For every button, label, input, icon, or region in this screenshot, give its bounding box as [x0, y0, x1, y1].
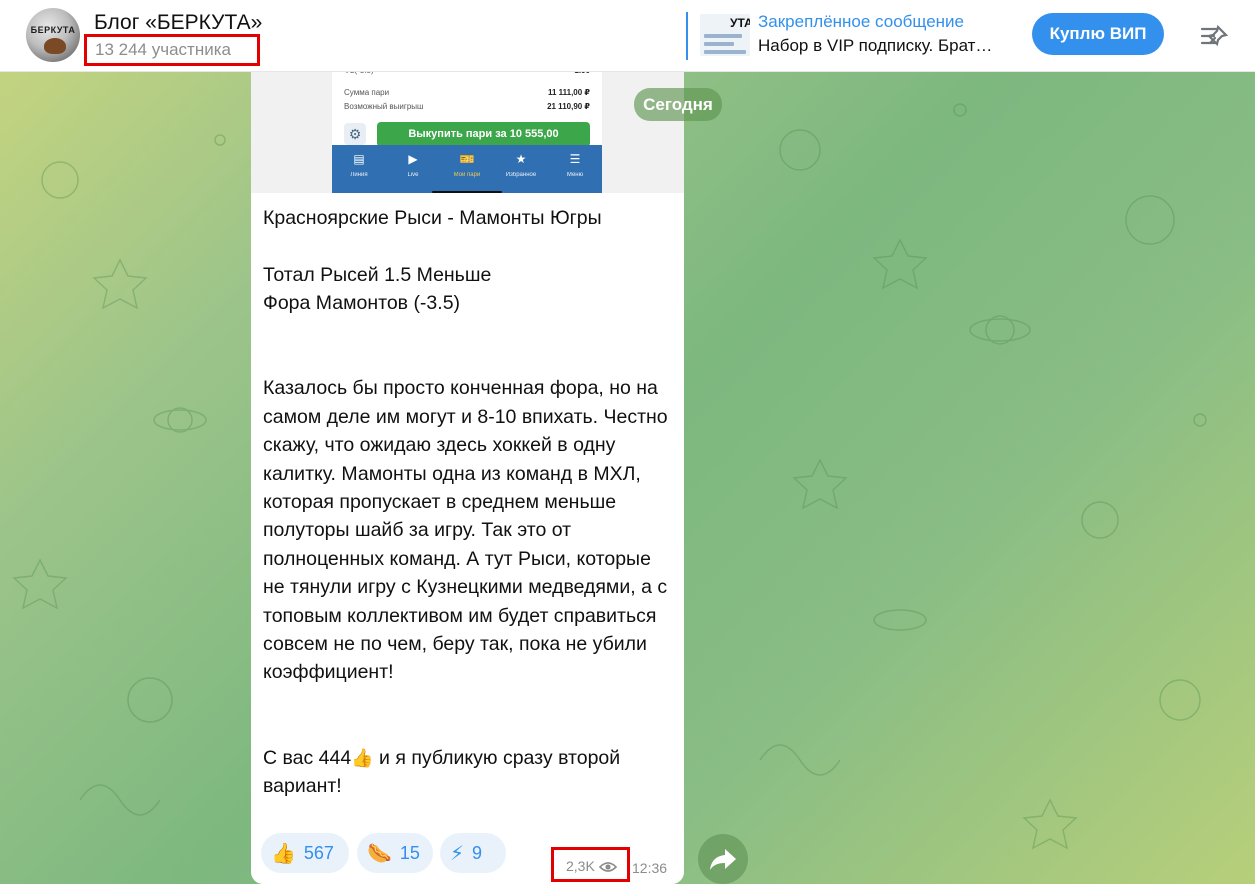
channel-avatar[interactable]: БЕРКУТА	[26, 8, 80, 62]
nav-menu: ☰ Меню	[548, 145, 602, 193]
thumbs-up-icon: 👍	[351, 747, 374, 768]
reaction-lightning[interactable]: ⚡ 9	[440, 833, 506, 873]
hotdog-icon: 🌭	[367, 843, 392, 866]
reaction-count: 567	[303, 843, 334, 863]
cashout-button: Выкупить пари за 10 555,00	[377, 122, 590, 147]
nav-label: Меню	[566, 172, 584, 178]
nav-label: Мои пари	[453, 172, 481, 178]
date-separator: Сегодня	[634, 88, 722, 121]
view-count: 2,3K	[551, 847, 630, 882]
reaction-hotdog[interactable]: 🌭 15	[357, 833, 433, 873]
match-title: Красноярские Рыси - Мамонты Югры	[263, 207, 602, 229]
menu-icon: ☰	[569, 152, 581, 166]
nav-label: Live	[407, 172, 419, 178]
nav-label: Избранное	[505, 172, 537, 178]
cta-text-start: С вас 444	[263, 746, 352, 769]
eagle-icon	[44, 38, 66, 54]
nav-label: Линия	[350, 172, 368, 178]
reaction-count: 15	[399, 843, 420, 863]
message-time: 12:36	[632, 860, 668, 876]
thumbnail-line	[704, 50, 746, 54]
analysis-paragraph: Казалось бы просто конченная фора, но на…	[263, 377, 668, 684]
reaction-thumbs-up[interactable]: 👍 567	[261, 833, 349, 873]
eye-icon	[598, 862, 617, 872]
line-icon: ▤	[353, 152, 365, 166]
reaction-count: 9	[472, 843, 483, 863]
nav-favorites: ★ Избранное	[494, 145, 548, 193]
view-count-value: 2,3K	[566, 858, 595, 874]
nav-live: ▶ Live	[386, 145, 440, 193]
chat-header: БЕРКУТА Блог «БЕРКУТА» 13 244 участника …	[0, 0, 1255, 72]
pinned-message-text[interactable]: Набор в VIP подписку. Брат…	[758, 36, 1020, 56]
avatar-label: БЕРКУТА	[30, 25, 76, 35]
forward-button[interactable]	[698, 834, 748, 884]
bet-sum-label: Сумма пари	[344, 88, 390, 97]
gear-icon: ⚙	[344, 123, 366, 145]
bet-win-label: Возможный выигрыш	[344, 102, 424, 111]
bet-win-value: 21 110,90 ₽	[547, 102, 590, 111]
bet-line-2: Фора Мамонтов (-3.5)	[263, 292, 461, 315]
message-text: Красноярские Рыси - Мамонты Югры Тотал Р…	[263, 204, 675, 800]
pinned-thumbnail[interactable]: УТА	[700, 14, 750, 56]
bet-sum-value: 11 111,00 ₽	[547, 88, 590, 97]
nav-my-bets: 🎫 Мои пари	[440, 145, 494, 193]
app-bottom-nav: ▤ Линия ▶ Live 🎫 Мои пари ★ Избранное ☰	[332, 145, 602, 193]
thumbnail-line	[704, 34, 742, 38]
buy-vip-button[interactable]: Куплю ВИП	[1032, 13, 1164, 55]
star-icon: ★	[515, 152, 527, 166]
home-indicator	[432, 191, 502, 193]
call-to-action: С вас 444👍 и я публикую сразу второй вар…	[263, 744, 675, 801]
channel-title[interactable]: Блог «БЕРКУТА»	[94, 11, 262, 35]
play-icon: ▶	[408, 152, 418, 166]
bet-sum-row: Сумма пари 11 111,00 ₽	[344, 88, 590, 97]
ticket-icon: 🎫	[459, 152, 475, 166]
lightning-icon: ⚡	[450, 843, 465, 866]
thumbs-up-icon: 👍	[271, 843, 296, 866]
pinned-thumbnail-text: УТА	[730, 16, 750, 30]
bet-win-row: Возможный выигрыш 21 110,90 ₽	[344, 102, 590, 111]
bet-line-1: Тотал Рысей 1.5 Меньше	[263, 263, 492, 286]
pinned-indicator-bar	[686, 12, 688, 60]
share-icon	[710, 849, 736, 870]
message-bubble: Ф2(-3.5) 1.90 Сумма пари 11 111,00 ₽ Воз…	[251, 50, 684, 884]
pinned-message-title[interactable]: Закреплённое сообщение	[758, 12, 964, 32]
unpin-icon[interactable]	[1198, 19, 1232, 53]
member-count: 13 244 участника	[84, 34, 260, 66]
thumbnail-line	[704, 42, 734, 46]
nav-line: ▤ Линия	[332, 145, 386, 193]
